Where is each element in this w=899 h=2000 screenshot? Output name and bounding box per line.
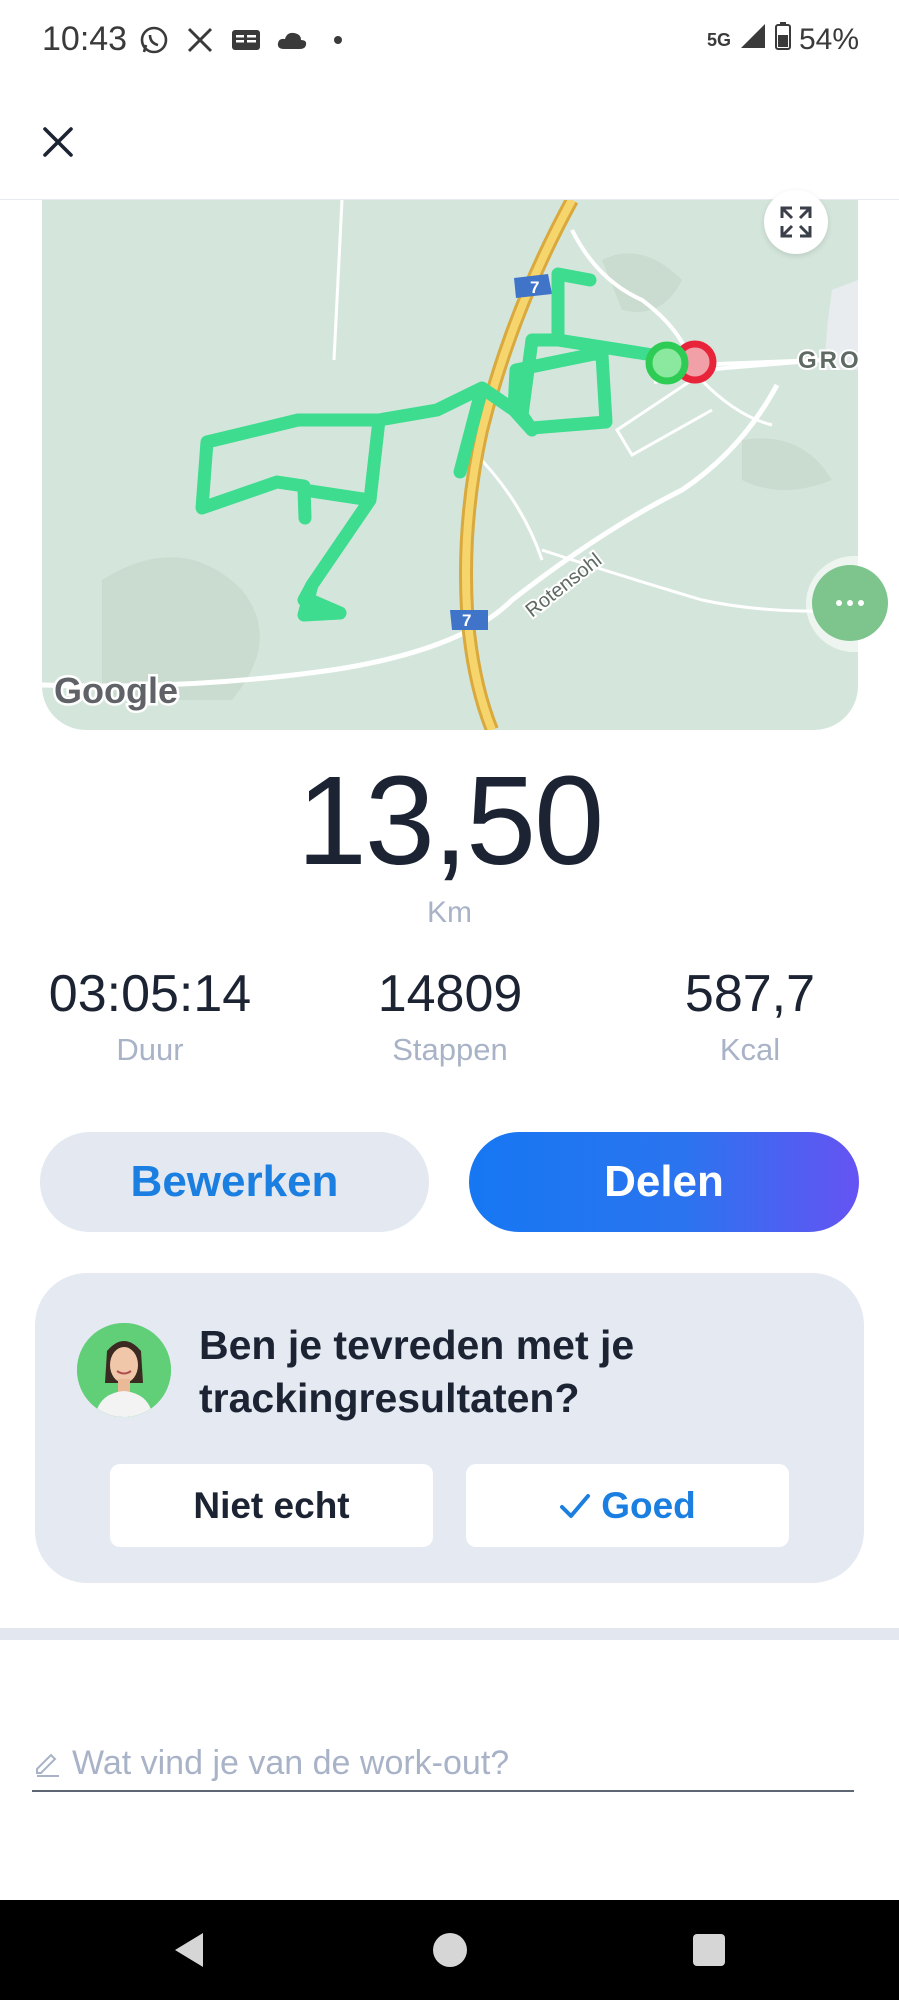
whatsapp-icon — [138, 24, 170, 56]
avatar — [77, 1323, 171, 1417]
status-system-icons: 5G 54% — [707, 22, 859, 58]
back-button[interactable] — [139, 1900, 239, 2000]
svg-text:7: 7 — [530, 278, 539, 297]
dot-icon — [322, 24, 354, 56]
home-icon — [433, 1933, 467, 1967]
close-icon — [43, 127, 73, 157]
top-bar — [0, 84, 899, 200]
feedback-yes-label: Goed — [601, 1484, 696, 1526]
back-icon — [175, 1933, 203, 1967]
network-type: 5G — [706, 29, 731, 50]
battery-icon — [774, 22, 791, 58]
x-icon — [184, 24, 216, 56]
workout-stats: 03:05:14 Duur 14809 Stappen 587,7 Kcal — [0, 964, 899, 1084]
map-canvas: 7 7 Rotensohl GRO Google — [42, 200, 858, 730]
stat-calories: 587,7 Kcal — [600, 964, 899, 1068]
route-start-marker — [645, 341, 689, 385]
recents-button[interactable] — [659, 1900, 759, 2000]
stat-label: Duur — [116, 1032, 184, 1067]
system-navigation-bar — [0, 1900, 899, 2000]
checkmark-icon — [560, 1493, 591, 1518]
distance-value: 13,50 — [296, 750, 604, 891]
highway-shield: 7 — [514, 274, 552, 298]
signal-icon — [739, 22, 767, 58]
expand-icon — [780, 206, 812, 238]
home-button[interactable] — [400, 1900, 500, 2000]
status-notification-icons — [138, 24, 354, 56]
map-expand-button[interactable] — [764, 190, 828, 254]
pencil-icon — [32, 1748, 62, 1778]
cloud-icon — [276, 24, 308, 56]
stat-value: 587,7 — [684, 965, 816, 1023]
highway-shield: 7 — [450, 610, 488, 630]
place-label: GRO — [798, 347, 858, 374]
workout-route — [195, 267, 713, 622]
feedback-card: Ben je tevreden met je trackingresultate… — [35, 1273, 864, 1583]
route-map[interactable]: 7 7 Rotensohl GRO Google — [42, 200, 858, 730]
more-options-button[interactable] — [812, 565, 888, 641]
recents-icon — [693, 1934, 725, 1966]
news-icon — [230, 24, 262, 56]
stat-duration: 03:05:14 Duur — [0, 964, 300, 1068]
feedback-no-button[interactable]: Niet echt — [110, 1464, 433, 1547]
status-bar: 10:43 5G 54% — [0, 0, 899, 84]
status-time: 10:43 — [42, 20, 128, 58]
stat-steps: 14809 Stappen — [300, 964, 600, 1068]
comment-field[interactable] — [32, 1736, 854, 1792]
battery-percent: 54% — [798, 23, 859, 56]
section-divider — [0, 1628, 899, 1640]
google-logo: Google — [54, 670, 178, 711]
feedback-yes-button[interactable]: Goed — [466, 1464, 789, 1547]
stat-value: 14809 — [377, 965, 523, 1023]
distance-unit: Km — [427, 896, 472, 929]
stat-value: 03:05:14 — [48, 965, 252, 1023]
stat-label: Kcal — [719, 1032, 781, 1067]
close-button[interactable] — [36, 120, 80, 164]
edit-button[interactable]: Bewerken — [40, 1132, 429, 1232]
share-button[interactable]: Delen — [469, 1132, 859, 1232]
feedback-question: Ben je tevreden met je trackingresultate… — [199, 1322, 635, 1421]
svg-text:7: 7 — [462, 611, 471, 630]
more-icon — [836, 600, 842, 606]
stat-label: Stappen — [392, 1032, 508, 1067]
comment-input[interactable] — [72, 1743, 832, 1783]
